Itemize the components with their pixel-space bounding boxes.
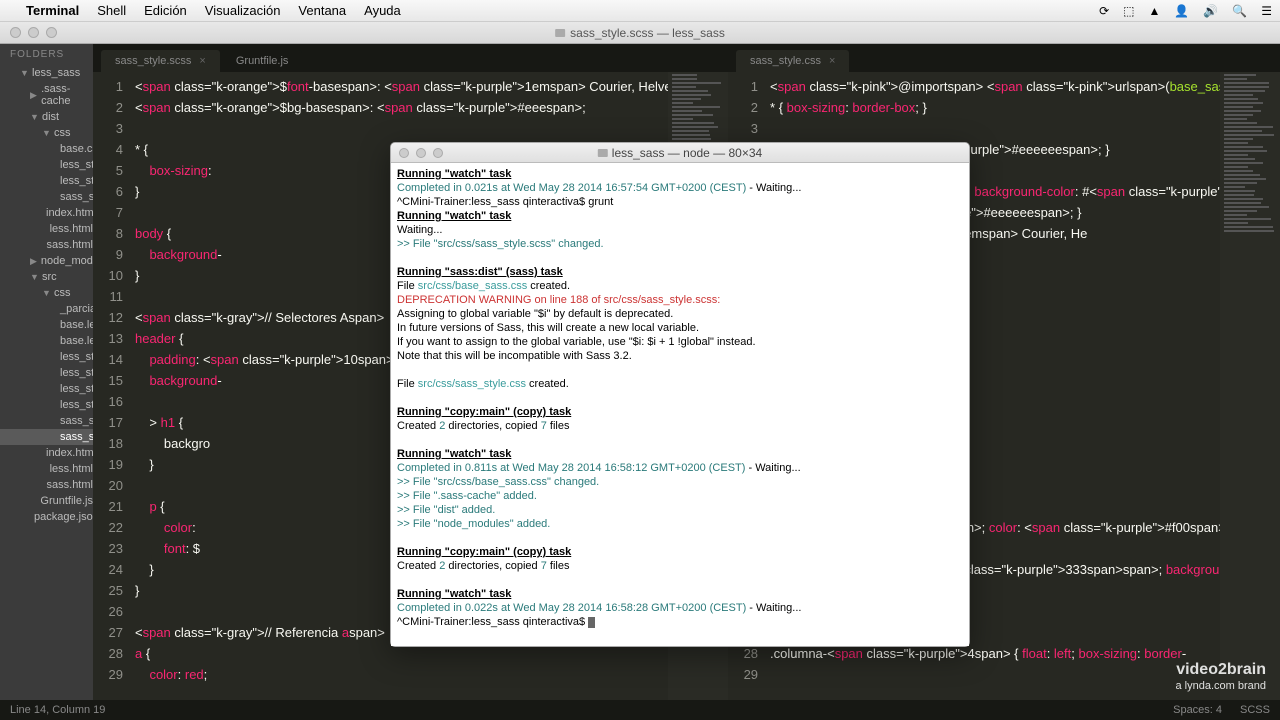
tab-gruntfile[interactable]: Gruntfile.js <box>222 50 303 72</box>
sidebar-item[interactable]: ▶.sass-cache <box>0 81 93 109</box>
sidebar-item[interactable]: ▼less_sass <box>0 65 93 81</box>
sidebar-item[interactable]: less_style.less <box>0 397 93 413</box>
status-icon[interactable]: ▲ <box>1148 4 1160 18</box>
terminal-output[interactable]: Running "watch" taskCompleted in 0.021s … <box>391 163 969 646</box>
sidebar[interactable]: FOLDERS ▼less_sass▶.sass-cache▼dist▼cssb… <box>0 44 93 700</box>
menu-ventana[interactable]: Ventana <box>298 3 346 18</box>
terminal-title: less_sass — node — 80×34 <box>612 146 762 160</box>
menu-visualizacion[interactable]: Visualización <box>205 3 281 18</box>
sidebar-item[interactable]: index.html <box>0 445 93 461</box>
sidebar-item[interactable]: index.html <box>0 205 93 221</box>
sidebar-item[interactable]: base.less <box>0 333 93 349</box>
sidebar-item[interactable]: sass_style.scss <box>0 429 93 445</box>
file-icon <box>555 29 565 37</box>
sidebar-item[interactable]: less.html <box>0 221 93 237</box>
sidebar-item[interactable]: sass.html <box>0 477 93 493</box>
sidebar-item[interactable]: ▼css <box>0 125 93 141</box>
status-icon[interactable]: ⬚ <box>1123 4 1134 18</box>
sidebar-item[interactable]: package.json <box>0 509 93 525</box>
sidebar-item[interactable]: _parcial.scss <box>0 301 93 317</box>
status-spaces[interactable]: Spaces: 4 <box>1173 704 1222 716</box>
sidebar-item[interactable]: ▼dist <box>0 109 93 125</box>
minimap[interactable] <box>1220 72 1280 700</box>
sidebar-item[interactable]: less_style.css <box>0 349 93 365</box>
traffic-lights[interactable] <box>391 148 443 158</box>
sidebar-item[interactable]: sass.html <box>0 237 93 253</box>
list-icon[interactable]: ☰ <box>1261 4 1272 18</box>
close-icon[interactable]: × <box>829 55 835 67</box>
watermark: video2brain a lynda.com brand <box>1176 662 1267 694</box>
sidebar-item[interactable]: base.less <box>0 317 93 333</box>
terminal-titlebar[interactable]: less_sass — node — 80×34 <box>391 143 969 163</box>
sidebar-item[interactable]: Gruntfile.js <box>0 493 93 509</box>
sidebar-item[interactable]: less_style.scss <box>0 365 93 381</box>
traffic-lights[interactable] <box>0 27 57 38</box>
menu-app-name[interactable]: Terminal <box>26 3 79 18</box>
menu-shell[interactable]: Shell <box>97 3 126 18</box>
sidebar-header: FOLDERS <box>0 44 93 65</box>
statusbar: Line 14, Column 19 Spaces: 4 SCSS <box>0 700 1280 720</box>
close-icon[interactable]: × <box>199 55 205 67</box>
sidebar-item[interactable]: sass_style.css <box>0 189 93 205</box>
menu-ayuda[interactable]: Ayuda <box>364 3 401 18</box>
user-icon[interactable]: 👤 <box>1174 4 1189 18</box>
sidebar-item[interactable]: less.html <box>0 461 93 477</box>
macos-menubar: Terminal Shell Edición Visualización Ven… <box>0 0 1280 22</box>
status-cursor: Line 14, Column 19 <box>10 704 105 716</box>
tab-sass-style-scss[interactable]: sass_style.scss× <box>101 50 220 72</box>
terminal-window[interactable]: less_sass — node — 80×34 Running "watch"… <box>390 142 970 647</box>
sidebar-item[interactable]: less_style.css <box>0 173 93 189</box>
sidebar-item[interactable]: ▶node_modules <box>0 253 93 269</box>
sidebar-item[interactable]: ▼css <box>0 285 93 301</box>
sidebar-item[interactable]: base.css <box>0 141 93 157</box>
sidebar-item[interactable]: ▼src <box>0 269 93 285</box>
search-icon[interactable]: 🔍 <box>1232 4 1247 18</box>
editor-window-titlebar: sass_style.scss — less_sass <box>0 22 1280 44</box>
status-icon[interactable]: ⟳ <box>1099 4 1109 18</box>
sidebar-item[interactable]: sass_style.css <box>0 413 93 429</box>
sidebar-item[interactable]: less_style.css <box>0 381 93 397</box>
menu-edicion[interactable]: Edición <box>144 3 187 18</box>
volume-icon[interactable]: 🔊 <box>1203 4 1218 18</box>
status-lang[interactable]: SCSS <box>1240 704 1270 716</box>
tab-sass-style-css[interactable]: sass_style.css× <box>736 50 849 72</box>
folder-icon <box>598 149 608 157</box>
sidebar-item[interactable]: less_style.css <box>0 157 93 173</box>
editor-title: sass_style.scss — less_sass <box>570 26 725 40</box>
